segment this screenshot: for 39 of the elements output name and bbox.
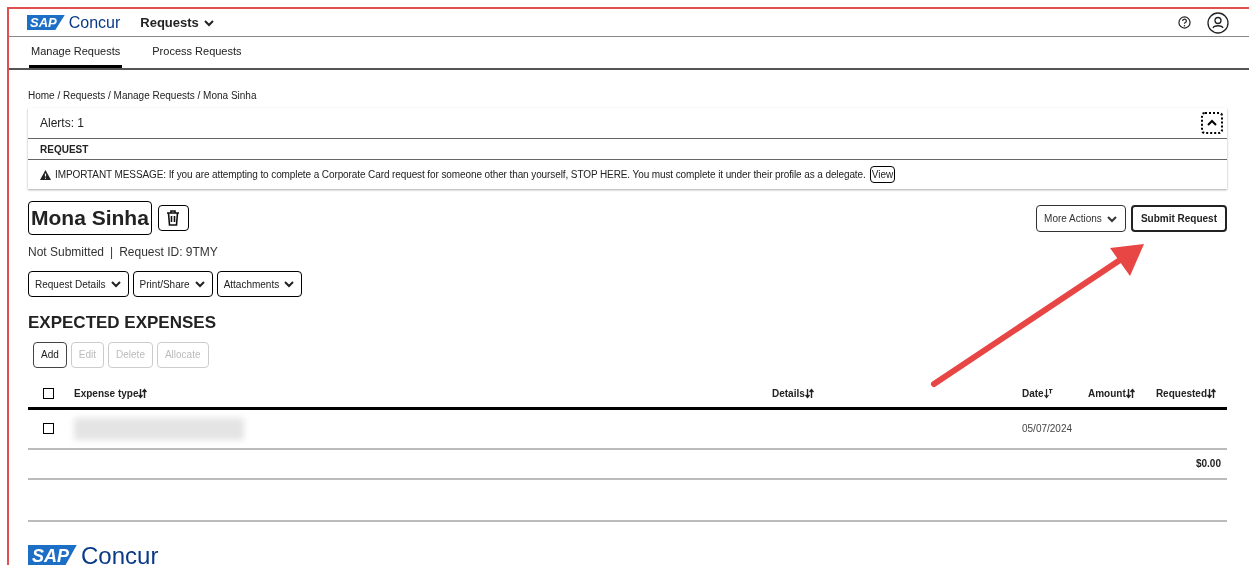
- submit-request-button[interactable]: Submit Request: [1130, 205, 1227, 232]
- chevron-down-icon: [283, 278, 296, 290]
- column-header[interactable]: Date: [1022, 385, 1044, 401]
- breadcrumb: Home / Requests / Manage Requests / Mona Sinha: [28, 89, 258, 102]
- request-title: Mona Sinha: [28, 201, 152, 235]
- column-header[interactable]: Details: [772, 385, 805, 401]
- select-all-checkbox[interactable]: [43, 387, 54, 399]
- tab[interactable]: Manage Requests: [29, 37, 123, 68]
- dropdown-button[interactable]: Request Details: [28, 271, 129, 297]
- tab[interactable]: Process Requests: [150, 37, 244, 68]
- column-header[interactable]: Amount: [1088, 385, 1126, 401]
- column-header[interactable]: Requested: [1155, 385, 1207, 401]
- chevron-down-icon: [109, 278, 122, 290]
- dropdown-button[interactable]: Attachments: [216, 271, 303, 297]
- alerts-label: Alerts: 1: [40, 115, 84, 132]
- concur-logo: SAP Concur: [27, 10, 121, 35]
- separator: |: [110, 244, 114, 261]
- help-icon[interactable]: [1178, 16, 1191, 29]
- request-id: Request ID: 9TMY: [119, 244, 218, 261]
- delete-button[interactable]: [157, 205, 189, 231]
- row-checkbox[interactable]: [43, 423, 54, 434]
- user-avatar-icon[interactable]: [1207, 11, 1229, 34]
- status-text: Not Submitted: [28, 244, 105, 261]
- more-actions-button[interactable]: More Actions: [1036, 205, 1126, 232]
- alert-message: IMPORTANT MESSAGE: If you are attempting to complete a Corporate Card request for someone other than yourself, STOP HERE. You must complete it under their profile as a delegate.: [55, 168, 866, 182]
- requests-menu[interactable]: Requests: [140, 12, 215, 33]
- trash-icon: [166, 210, 181, 226]
- column-header[interactable]: Expense type: [74, 385, 139, 401]
- chevron-down-icon: [193, 278, 206, 290]
- warning-icon: [40, 169, 51, 180]
- section-title: EXPECTED EXPENSES: [28, 312, 217, 334]
- toolbar-button[interactable]: Add: [33, 341, 67, 368]
- total-amount: $0.00: [1195, 457, 1221, 471]
- date-cell-text: 05/07/2024: [1022, 422, 1073, 436]
- section-heading: REQUEST: [28, 138, 1227, 160]
- concur-logo: SAP Concur: [28, 537, 1227, 565]
- dropdown-button[interactable]: Print/Share: [132, 271, 213, 297]
- collapse-button[interactable]: [1201, 112, 1223, 134]
- view-link[interactable]: View: [869, 166, 896, 183]
